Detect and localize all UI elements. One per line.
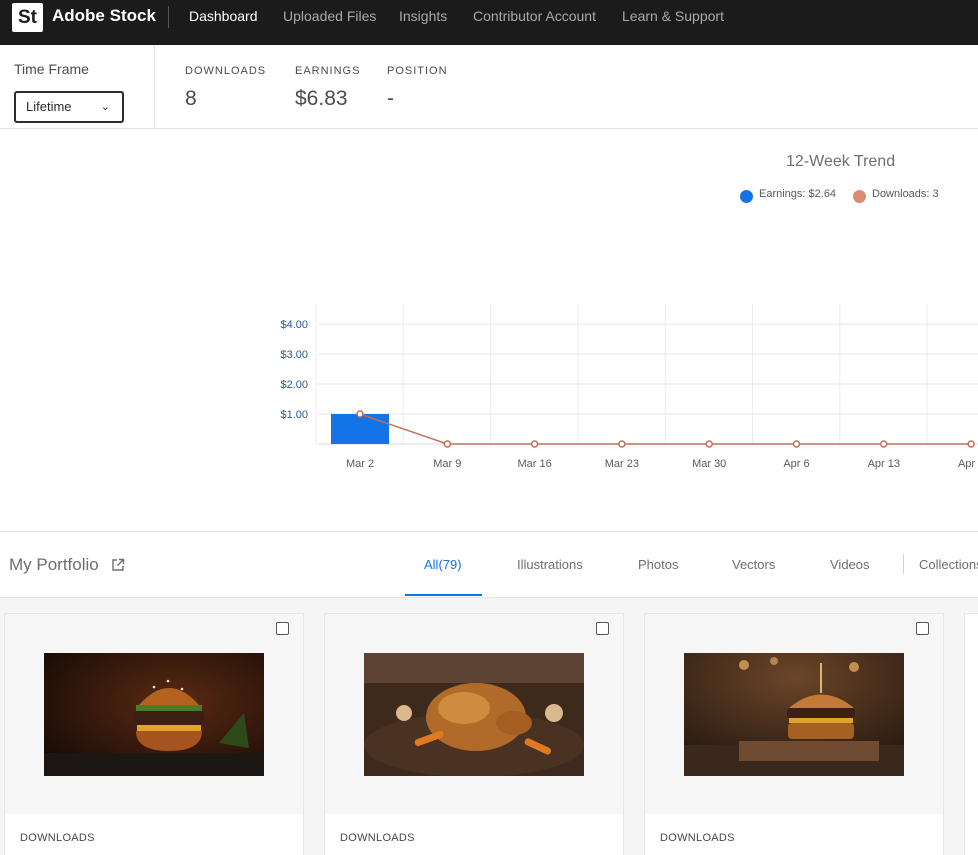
time-frame-label: Time Frame	[14, 61, 89, 77]
x-tick-label: Mar 9	[433, 458, 461, 470]
nav-learn-support[interactable]: Learn & Support	[622, 7, 724, 25]
position-value: -	[387, 87, 394, 110]
adobe-stock-logo[interactable]: St	[12, 3, 43, 32]
portfolio-bar: My Portfolio All(79) Illustrations Photo…	[0, 531, 978, 598]
downloads-point	[356, 410, 364, 418]
summary-divider	[154, 45, 155, 129]
nav-insights[interactable]: Insights	[399, 7, 447, 25]
x-tick-label: Mar 16	[517, 458, 551, 470]
downloads-point	[530, 440, 539, 448]
asset-card[interactable]: DOWNLOADS	[324, 613, 624, 855]
brand-name[interactable]: Adobe Stock	[52, 6, 156, 26]
active-tab-underline	[405, 594, 482, 596]
nav-uploaded-files[interactable]: Uploaded Files	[283, 7, 376, 25]
time-frame-value: Lifetime	[26, 99, 72, 114]
card-thumbnail-area	[325, 614, 623, 814]
time-frame-select[interactable]: Lifetime ⌄	[14, 91, 124, 123]
downloads-point	[618, 440, 626, 448]
select-checkbox[interactable]	[596, 622, 609, 635]
top-nav: St Adobe Stock Dashboard Uploaded Files …	[0, 0, 978, 45]
x-tick-label: Apr 6	[783, 458, 809, 470]
downloads-point	[792, 440, 801, 448]
tab-all[interactable]: All(79)	[424, 557, 462, 572]
burger-on-board-photo[interactable]	[684, 653, 904, 776]
nav-contributor-account[interactable]: Contributor Account	[473, 7, 596, 25]
position-label: POSITION	[387, 65, 448, 77]
select-checkbox[interactable]	[916, 622, 929, 635]
asset-card[interactable]: DOWNLOADS	[4, 613, 304, 855]
card-downloads-label: DOWNLOADS	[660, 832, 735, 844]
earnings-value: $6.83	[295, 87, 348, 110]
asset-card[interactable]: DOWNLOADS	[644, 613, 944, 855]
y-tick-label: $2.00	[280, 379, 308, 391]
card-thumbnail-area	[645, 614, 943, 814]
earnings-bar	[331, 414, 389, 444]
y-tick-label: $3.00	[280, 349, 308, 361]
card-thumbnail-area	[5, 614, 303, 814]
nav-divider	[168, 6, 169, 28]
x-tick-label: Apr 2	[958, 458, 978, 470]
trend-chart: $4.00 $3.00 $2.00 $1.00 Mar 2 Mar 9 Mar 16 Mar …	[280, 304, 978, 470]
downloads-point	[705, 440, 713, 448]
card-downloads-label: DOWNLOADS	[340, 832, 415, 844]
x-tick-label: Mar 30	[692, 458, 726, 470]
downloads-point	[443, 440, 452, 448]
external-link-icon[interactable]	[111, 558, 125, 572]
tab-vectors[interactable]: Vectors	[732, 557, 775, 572]
y-tick-label: $1.00	[280, 409, 308, 421]
portfolio-title: My Portfolio	[9, 555, 99, 574]
roast-chicken-photo[interactable]	[364, 653, 584, 776]
summary-bar: Time Frame Lifetime ⌄ DOWNLOADS 8 EARNIN…	[0, 45, 978, 129]
burger-photo[interactable]	[44, 653, 264, 776]
chevron-down-icon: ⌄	[100, 101, 110, 113]
downloads-label: DOWNLOADS	[185, 65, 267, 77]
tab-videos[interactable]: Videos	[830, 557, 870, 572]
nav-dashboard[interactable]: Dashboard	[189, 7, 258, 25]
select-checkbox[interactable]	[276, 622, 289, 635]
downloads-point	[880, 440, 888, 448]
downloads-value: 8	[185, 87, 197, 110]
earnings-label: EARNINGS	[295, 65, 361, 77]
asset-card-partial[interactable]	[964, 613, 978, 855]
tab-illustrations[interactable]: Illustrations	[517, 557, 583, 572]
x-tick-label: Mar 23	[605, 458, 639, 470]
tab-collections[interactable]: Collections	[919, 557, 978, 572]
x-tick-label: Mar 2	[346, 458, 374, 470]
x-tick-label: Apr 13	[868, 458, 900, 470]
y-tick-label: $4.00	[280, 319, 308, 331]
downloads-point	[967, 440, 975, 448]
card-downloads-label: DOWNLOADS	[20, 832, 95, 844]
tab-photos[interactable]: Photos	[638, 557, 678, 572]
tab-divider	[903, 554, 904, 574]
